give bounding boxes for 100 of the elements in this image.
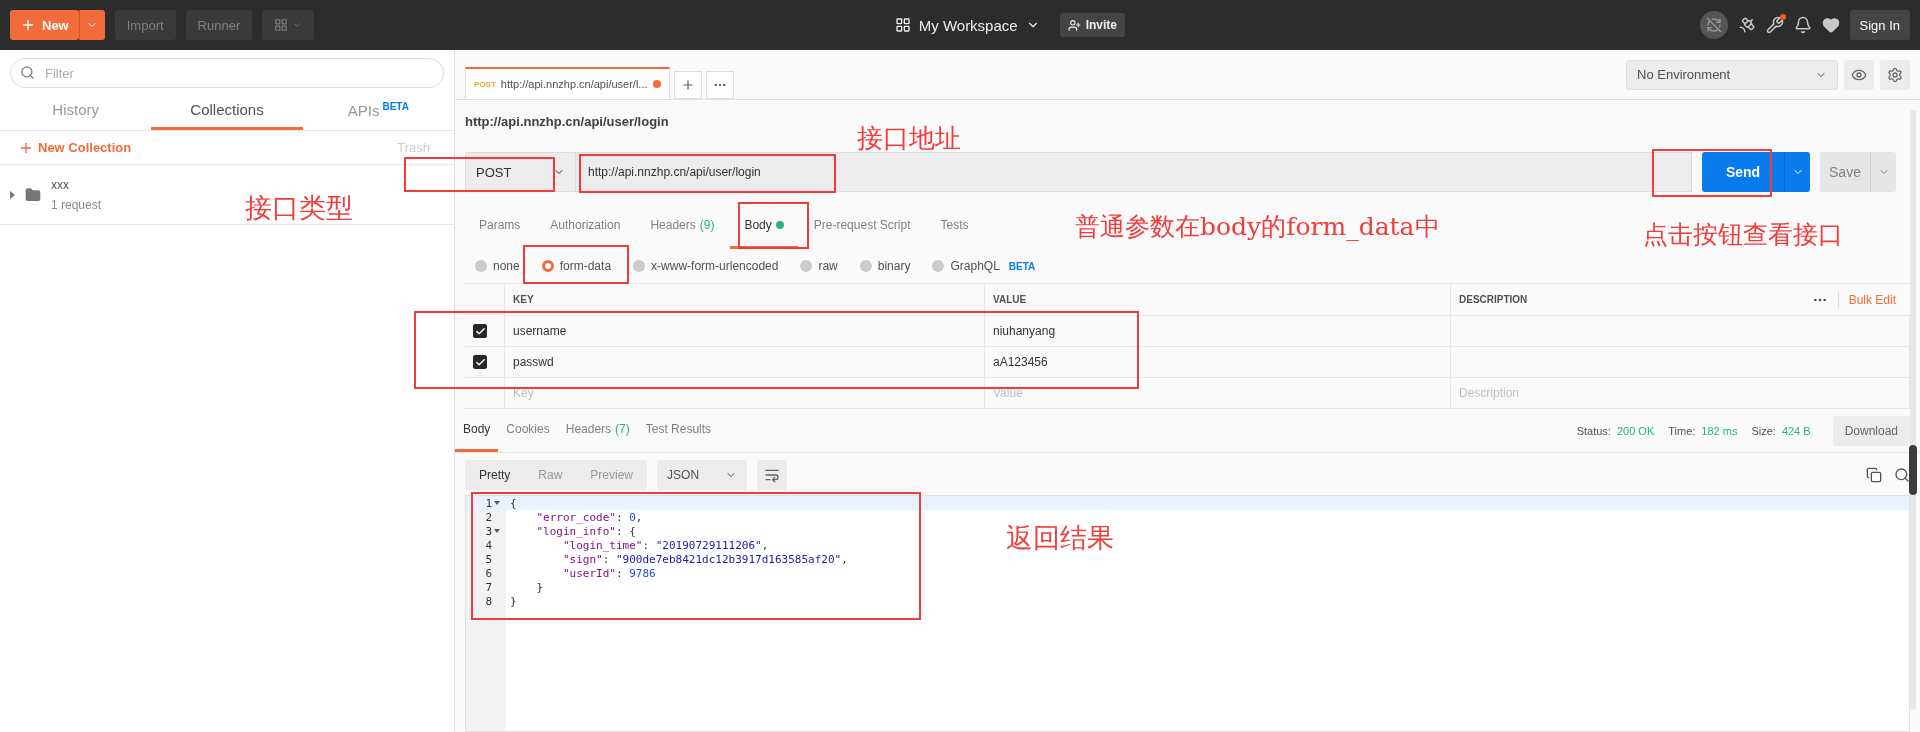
bell-icon[interactable]: [1793, 16, 1812, 34]
invite-button[interactable]: Invite: [1059, 13, 1125, 37]
eye-button[interactable]: [1844, 59, 1874, 90]
new-row-field[interactable]: Description: [1451, 378, 1910, 409]
annotation-note: 点击按钮查看接口: [1643, 219, 1843, 251]
new-row-field[interactable]: Key: [505, 378, 985, 409]
view-mode-button[interactable]: Pretty: [465, 460, 525, 490]
new-window-button[interactable]: [262, 10, 315, 40]
line-number: 2: [485, 510, 492, 524]
sidebar-tab[interactable]: APIs $^{BETA}$: [302, 92, 454, 130]
request-count: 1 request: [51, 197, 102, 212]
satellite-icon[interactable]: [1737, 16, 1756, 34]
fold-arrow-icon[interactable]: [494, 501, 500, 505]
user-plus-icon: [1067, 18, 1081, 32]
settings-icon: [1887, 66, 1903, 83]
bulk-edit-link[interactable]: Bulk Edit: [1837, 291, 1902, 308]
filter-field[interactable]: Filter: [10, 58, 444, 88]
save-button[interactable]: Save: [1820, 152, 1870, 192]
line-number: 7: [485, 580, 492, 594]
table-cell: niuhanyang: [985, 316, 1451, 347]
format-select[interactable]: JSON: [657, 460, 748, 490]
send-button[interactable]: Send: [1702, 152, 1784, 192]
new-button[interactable]: New: [10, 10, 79, 40]
folder-icon: [25, 186, 41, 203]
new-row-field[interactable]: Value: [985, 378, 1451, 409]
code-line: }: [509, 594, 517, 608]
line-number: 8: [485, 594, 492, 608]
request-section-tab[interactable]: Params: [465, 203, 535, 249]
request-section-tab[interactable]: Tests: [926, 203, 983, 249]
line-number: 6: [485, 566, 492, 580]
size-value: 424 B: [1781, 424, 1811, 437]
radio-dot[interactable]: [800, 260, 813, 272]
checkbox[interactable]: [473, 355, 487, 369]
time-label: Time:: [1668, 424, 1696, 437]
code-line: {: [509, 496, 517, 510]
request-title: http://api.nnzhp.cn/api/user/login: [465, 114, 669, 129]
caret-icon: [292, 20, 303, 30]
settings-button[interactable]: [1880, 59, 1910, 90]
column-header: KEY: [505, 284, 985, 316]
code-line: "userId": 9786: [561, 566, 656, 580]
method-select[interactable]: POST: [465, 152, 575, 192]
toolbar-button[interactable]: Import: [114, 10, 176, 40]
radio-dot[interactable]: [932, 260, 945, 272]
request-section-tab[interactable]: Authorization: [536, 203, 635, 249]
code-line: "login_time": "20190729111206",: [561, 538, 769, 552]
sidebar-tab[interactable]: History: [0, 92, 152, 130]
sync-off-icon[interactable]: [1699, 11, 1728, 39]
table-cell: aA123456: [985, 347, 1451, 378]
url-field[interactable]: http://api.nnzhp.cn/api/user/login: [575, 152, 1692, 192]
annotation-note: 普通参数在body的form_data中: [1075, 211, 1440, 243]
highlight-frame: [738, 202, 809, 249]
line-number: 3: [485, 524, 492, 538]
body-type-radio[interactable]: none: [475, 259, 520, 273]
annotation-note: 接口类型: [245, 191, 353, 225]
request-section-tab[interactable]: Pre-request Script: [799, 203, 925, 249]
response-tab[interactable]: Body: [455, 409, 499, 452]
table-cell: username: [505, 316, 985, 347]
radio-dot[interactable]: [541, 260, 554, 272]
status-label: Status:: [1576, 424, 1611, 437]
wrench-icon[interactable]: [1765, 16, 1784, 34]
request-section-tab[interactable]: Headers (9): [636, 203, 729, 249]
request-section-tab[interactable]: Body: [730, 203, 798, 249]
table-cell: passwd: [505, 347, 985, 378]
request-tab[interactable]: POST http://api.nnzhp.cn/api/user/l...: [465, 67, 670, 99]
radio-dot[interactable]: [859, 260, 872, 272]
workspace-dropdown[interactable]: My Workspace: [888, 15, 1046, 35]
heart-icon[interactable]: [1821, 16, 1840, 34]
radio-dot[interactable]: [633, 260, 646, 272]
body-type-radio[interactable]: form-data: [541, 259, 612, 273]
new-collection-button[interactable]: New Collection: [18, 139, 132, 156]
search-icon: [20, 65, 35, 80]
search-icon[interactable]: [1894, 467, 1910, 483]
grid-icon: [894, 17, 911, 33]
checkbox[interactable]: [473, 324, 487, 338]
copy-icon[interactable]: [1866, 467, 1882, 483]
plus-icon: [20, 17, 36, 33]
body-type-radio[interactable]: x-www-form-urlencoded: [633, 259, 779, 273]
body-type-radio[interactable]: binary: [859, 259, 911, 273]
line-number: 5: [485, 552, 492, 566]
body-type-radio[interactable]: raw: [800, 259, 838, 273]
size-label: Size:: [1751, 424, 1776, 437]
response-tab[interactable]: Cookies: [498, 409, 558, 452]
status-value: 200 OK: [1616, 424, 1655, 437]
code-line: "login_info": {: [535, 524, 636, 538]
column-header: DESCRIPTION: [1459, 294, 1528, 305]
scrollbar-thumb[interactable]: [1909, 445, 1917, 495]
wrap-button[interactable]: [757, 460, 788, 490]
sign-in-button[interactable]: Sign In: [1849, 10, 1910, 40]
environment-select[interactable]: No Environment: [1626, 59, 1838, 90]
response-tab[interactable]: Test Results: [637, 409, 720, 452]
toolbar-button[interactable]: Runner: [185, 10, 253, 40]
download-button[interactable]: Download: [1832, 415, 1910, 446]
radio-dot[interactable]: [475, 260, 487, 272]
collection-name: xxx: [51, 177, 70, 192]
code-line: "sign": "900de7eb8421dc12b3917d163585af20",: [561, 552, 848, 566]
line-number: 1: [485, 496, 492, 510]
response-tab[interactable]: Headers (7): [557, 409, 638, 452]
sidebar-tab[interactable]: Collections: [151, 92, 303, 130]
fold-arrow-icon[interactable]: [494, 529, 500, 533]
annotation-note: 返回结果: [1006, 521, 1114, 555]
